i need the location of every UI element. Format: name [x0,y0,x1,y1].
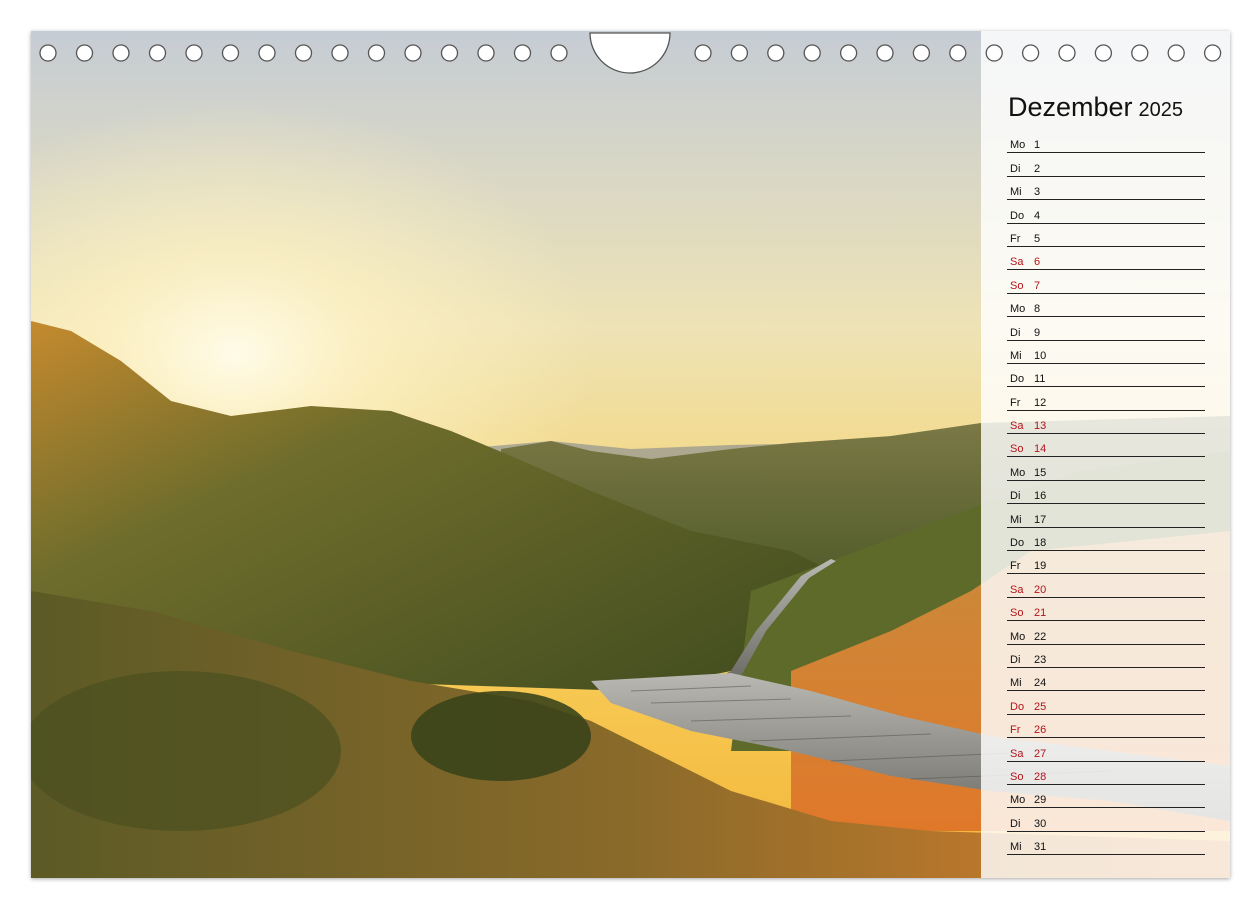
day-abbr: Mi [1010,349,1022,362]
day-abbr: So [1010,279,1024,292]
day-abbr: Mo [1010,303,1026,316]
day-row: Do 11 [1007,364,1205,388]
day-abbr: Fr [1010,232,1021,245]
day-abbr: Di [1010,490,1021,503]
day-number: 16 [1034,490,1047,503]
day-number: 11 [1034,373,1046,386]
day-row: Di 2 [1007,153,1205,177]
day-number: 17 [1034,513,1047,526]
day-row: So 28 [1007,762,1205,785]
day-number: 24 [1034,677,1047,690]
day-abbr: Do [1010,537,1025,550]
day-number: 4 [1034,209,1041,222]
day-number: 1 [1034,139,1041,152]
day-number: 26 [1034,724,1047,737]
day-number: 2 [1034,162,1041,175]
day-row: Fr 5 [1007,224,1205,247]
day-abbr: So [1010,443,1024,456]
day-abbr: Mo [1010,466,1026,479]
calendar-page: Dezember 2025 Mo 1 Di 2 Mi 3 Do 4 Fr 5 Sa 6 So 7 Mo 8 Di 9… [31,31,1230,878]
day-row: Mo 29 [1007,785,1205,809]
day-number: 19 [1034,560,1047,573]
day-row: Mi 10 [1007,341,1205,364]
day-abbr: Di [1010,817,1021,830]
day-row: Mo 22 [1007,621,1205,645]
day-number: 15 [1034,466,1047,479]
day-number: 7 [1034,279,1041,292]
day-abbr: Mo [1010,630,1026,643]
day-number: 3 [1034,186,1041,199]
day-abbr: Di [1010,653,1021,666]
day-row: Do 25 [1007,691,1205,715]
day-row: Di 16 [1007,481,1205,505]
day-abbr: Fr [1010,560,1021,573]
day-number: 28 [1034,770,1047,783]
day-row: Mi 31 [1007,832,1205,856]
day-abbr: Sa [1010,747,1024,760]
day-number: 6 [1034,256,1041,269]
month-title: Dezember 2025 [1008,87,1183,124]
day-row: Di 9 [1007,317,1205,341]
day-abbr: Di [1010,326,1021,339]
month-name: Dezember [1008,92,1133,122]
day-row: Mi 3 [1007,177,1205,201]
day-row: Mo 1 [1007,130,1205,154]
day-row: Di 30 [1007,808,1205,832]
day-number: 21 [1034,607,1047,620]
day-abbr: Mi [1010,186,1022,199]
month-year: 2025 [1138,99,1184,121]
day-number: 9 [1034,326,1041,339]
day-abbr: Sa [1010,420,1024,433]
day-number: 29 [1034,794,1047,807]
day-row: Do 18 [1007,528,1205,552]
day-abbr: Do [1010,700,1025,713]
day-number: 13 [1034,420,1047,433]
day-list: Mo 1 Di 2 Mi 3 Do 4 Fr 5 Sa 6 So 7 Mo 8 Di 9 Mi 10 Do 11 Fr 12 S… [1007,130,1205,856]
day-row: Sa 20 [1007,574,1205,598]
day-abbr: Mi [1010,677,1022,690]
day-abbr: Mi [1010,513,1022,526]
day-row: Sa 13 [1007,411,1205,435]
day-number: 8 [1034,303,1041,316]
day-row: Sa 6 [1007,247,1205,271]
day-number: 30 [1034,817,1047,830]
day-number: 31 [1034,841,1047,854]
day-row: Mo 8 [1007,294,1205,318]
day-number: 20 [1034,583,1047,596]
day-row: Sa 27 [1007,738,1205,762]
day-row: So 14 [1007,434,1205,458]
day-abbr: So [1010,607,1024,620]
day-number: 10 [1034,349,1047,362]
day-abbr: Do [1010,373,1025,386]
day-row: So 21 [1007,598,1205,622]
day-number: 12 [1034,396,1047,409]
day-number: 18 [1034,537,1047,550]
day-abbr: Mo [1010,794,1026,807]
day-number: 5 [1034,232,1041,245]
day-abbr: Mi [1010,841,1022,854]
day-abbr: Fr [1010,724,1021,737]
day-row: Fr 12 [1007,387,1205,411]
day-row: Di 23 [1007,645,1205,668]
day-abbr: Do [1010,209,1025,222]
day-abbr: Sa [1010,256,1024,269]
day-number: 25 [1034,700,1047,713]
day-abbr: Sa [1010,583,1024,596]
day-number: 14 [1034,443,1047,456]
day-number: 22 [1034,630,1047,643]
day-row: Mi 17 [1007,504,1205,528]
day-row: Fr 19 [1007,551,1205,575]
day-row: So 7 [1007,270,1205,294]
day-row: Fr 26 [1007,715,1205,739]
day-abbr: Fr [1010,396,1021,409]
day-row: Mo 15 [1007,457,1205,481]
day-abbr: So [1010,770,1024,783]
day-number: 23 [1034,653,1047,666]
day-abbr: Mo [1010,139,1026,152]
day-abbr: Di [1010,162,1021,175]
day-number: 27 [1034,747,1047,760]
day-row: Do 4 [1007,200,1205,224]
day-row: Mi 24 [1007,668,1205,692]
